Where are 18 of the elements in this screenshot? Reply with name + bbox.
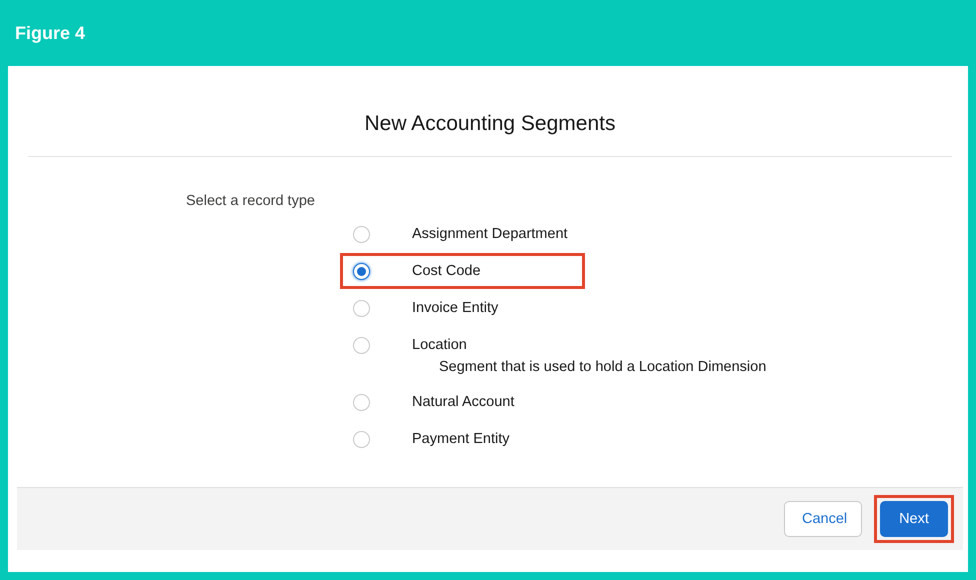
option-label[interactable]: Natural Account [412, 394, 514, 410]
radio-button[interactable] [353, 226, 370, 242]
radio-button[interactable] [353, 262, 370, 280]
cancel-button[interactable]: Cancel [784, 501, 862, 537]
option-description: Segment that is used to hold a Location Dimension [439, 358, 768, 377]
radio-button[interactable] [353, 300, 370, 316]
next-button[interactable]: Next [880, 501, 948, 537]
option-label[interactable]: Location [412, 337, 467, 353]
radio-button[interactable] [353, 336, 370, 354]
option-label[interactable]: Cost Code [412, 263, 481, 279]
radio-button[interactable] [353, 394, 370, 410]
dialog-title: New Accounting Segments [364, 112, 616, 135]
radio-button[interactable] [353, 430, 370, 448]
option-label[interactable]: Invoice Entity [412, 300, 498, 316]
figure-label: Figure 4 [15, 22, 86, 44]
option-label[interactable]: Payment Entity [412, 431, 510, 447]
field-label: Select a record type [186, 192, 316, 211]
option-label[interactable]: Assignment Department [412, 226, 568, 242]
